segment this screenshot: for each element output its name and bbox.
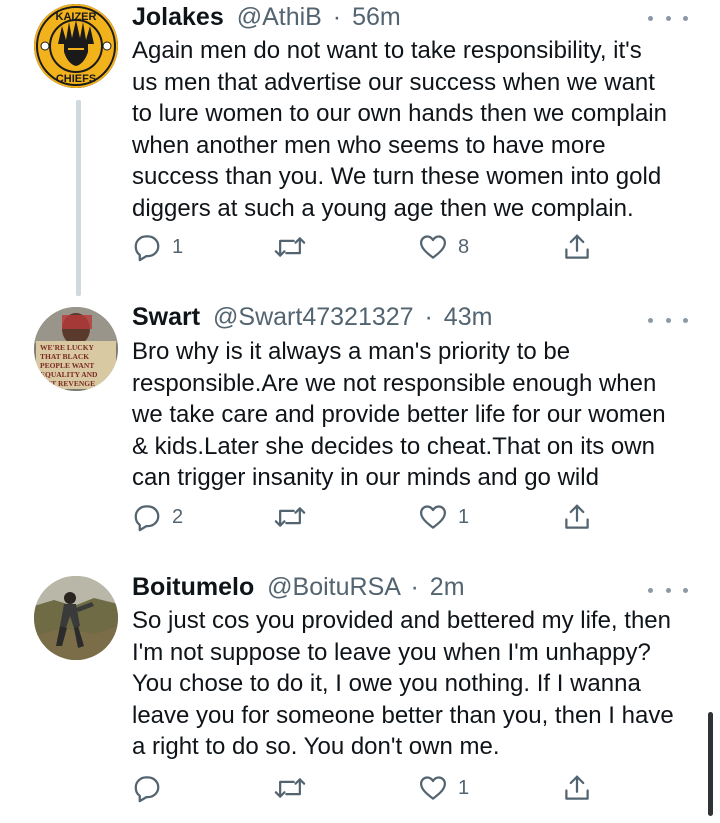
sign-text-line: EQUALITY AND: [40, 370, 98, 379]
separator: ·: [424, 303, 433, 331]
more-options-icon[interactable]: [648, 580, 688, 600]
user-handle[interactable]: @AthiB: [237, 3, 322, 31]
tweet-text-line: You chose to do it, I owe you nothing. I…: [132, 670, 641, 697]
tweet-text-line: responsible.Are we not responsible enoug…: [132, 369, 657, 397]
tweet-text-line: a right to do so. You don't own me.: [132, 733, 500, 760]
tweet-swart[interactable]: WE'RE LUCKY THAT BLACK PEOPLE WANT EQUAL…: [0, 300, 720, 580]
tweet-header: Jolakes @AthiB · 56m: [132, 2, 401, 32]
tweet-jolakes[interactable]: KAIZER CHIEFS Jolakes @AthiB · 56m Again…: [0, 0, 720, 290]
like-count: 8: [458, 235, 470, 258]
timestamp[interactable]: 2m: [430, 573, 465, 601]
sign-text-line: THAT BLACK: [40, 352, 89, 361]
tweet-text-line: diggers at such a young age then we comp…: [132, 194, 634, 222]
share-button[interactable]: [562, 230, 592, 264]
tweet-text-line: Bro why is it always a man's priority to…: [132, 338, 571, 365]
heart-icon: [420, 776, 446, 800]
share-icon: [565, 504, 589, 529]
like-count: 1: [458, 505, 470, 528]
retweet-icon: [274, 237, 306, 257]
share-button[interactable]: [562, 500, 592, 534]
tweet-actions: 1 8: [132, 230, 602, 264]
avatar[interactable]: WE'RE LUCKY THAT BLACK PEOPLE WANT EQUAL…: [34, 307, 118, 391]
tweet-text-line: leave you for someone better than you, t…: [132, 701, 674, 729]
share-icon: [565, 234, 589, 259]
tweet-text-line: us men that advertise our success when w…: [132, 68, 655, 96]
heart-icon: [420, 505, 446, 529]
more-options-icon[interactable]: [648, 310, 688, 330]
sign-text-line: WE'RE LUCKY: [40, 343, 95, 352]
retweet-button[interactable]: [274, 500, 316, 534]
share-button[interactable]: [562, 771, 592, 805]
retweet-icon: [274, 778, 306, 798]
tweet-text-line: when another men who seems to have more: [132, 131, 606, 159]
separator: ·: [332, 3, 342, 31]
tweet-header: Boitumelo @BoituRSA · 2m: [132, 572, 465, 602]
tweet-text: Again men do not want to take responsibi…: [132, 35, 702, 224]
reply-icon: [134, 505, 160, 532]
timestamp[interactable]: 43m: [444, 303, 493, 331]
tweet-text-line: So just cos you provided and bettered my…: [132, 607, 671, 634]
display-name[interactable]: Swart: [132, 303, 200, 331]
reply-button[interactable]: 2: [132, 500, 183, 534]
tweet-text: So just cos you provided and bettered my…: [132, 605, 702, 763]
like-button[interactable]: 1: [418, 771, 469, 805]
like-count: 1: [458, 776, 470, 799]
tweet-header: Swart @Swart47321327 · 43m: [132, 302, 492, 332]
tweet-text-line: success than you. We turn these women in…: [132, 163, 662, 190]
logo-text-bottom: CHIEFS: [56, 73, 96, 85]
tweet-text-line: & kids.Later she decides to cheat.That o…: [132, 432, 655, 460]
separator: ·: [410, 573, 419, 601]
replies-thread: KAIZER CHIEFS Jolakes @AthiB · 56m Again…: [0, 0, 720, 823]
logo-text-top: KAIZER: [56, 11, 97, 23]
tweet-text-line: we take care and provide better life for…: [132, 401, 666, 428]
retweet-button[interactable]: [274, 230, 316, 264]
heart-icon: [420, 235, 446, 259]
reply-count: 2: [172, 505, 184, 528]
more-options-icon[interactable]: [648, 8, 688, 28]
reply-count: 1: [172, 235, 184, 258]
share-icon: [565, 775, 589, 800]
sign-text-line: PEOPLE WANT: [40, 361, 94, 370]
reply-icon: [134, 235, 160, 262]
display-name[interactable]: Boitumelo: [132, 573, 254, 601]
timestamp[interactable]: 56m: [352, 3, 401, 31]
like-button[interactable]: 1: [418, 500, 469, 534]
scrollbar[interactable]: [708, 712, 713, 816]
reply-button[interactable]: 1: [132, 230, 183, 264]
person-outdoors-photo-icon: [34, 576, 118, 660]
tweet-text: Bro why is it always a man's priority to…: [132, 336, 702, 494]
reply-icon: [134, 776, 160, 803]
user-handle[interactable]: @Swart47321327: [213, 303, 414, 331]
reply-button[interactable]: [132, 771, 172, 805]
tweet-actions: 1: [132, 771, 602, 805]
tweet-text-line: to lure women to our own hands then we c…: [132, 100, 667, 127]
tweet-text-line: can trigger insanity in our minds and go…: [132, 464, 599, 491]
display-name[interactable]: Jolakes: [132, 3, 224, 31]
protest-sign-photo-icon: WE'RE LUCKY THAT BLACK PEOPLE WANT EQUAL…: [34, 307, 118, 391]
avatar[interactable]: KAIZER CHIEFS: [34, 4, 118, 88]
avatar[interactable]: [34, 576, 118, 660]
tweet-actions: 2 1: [132, 500, 602, 534]
sign-text-line: NOT REVENGE: [40, 379, 95, 388]
like-button[interactable]: 8: [418, 230, 469, 264]
kaizer-chiefs-logo-icon: KAIZER CHIEFS: [34, 4, 118, 88]
tweet-text-line: Again men do not want to take responsibi…: [132, 37, 642, 64]
tweet-text-line: I'm not suppose to leave you when I'm un…: [132, 638, 651, 666]
retweet-icon: [274, 507, 306, 527]
tweet-boitumelo[interactable]: Boitumelo @BoituRSA · 2m So just cos you…: [0, 570, 720, 823]
user-handle[interactable]: @BoituRSA: [267, 573, 399, 601]
retweet-button[interactable]: [274, 771, 316, 805]
